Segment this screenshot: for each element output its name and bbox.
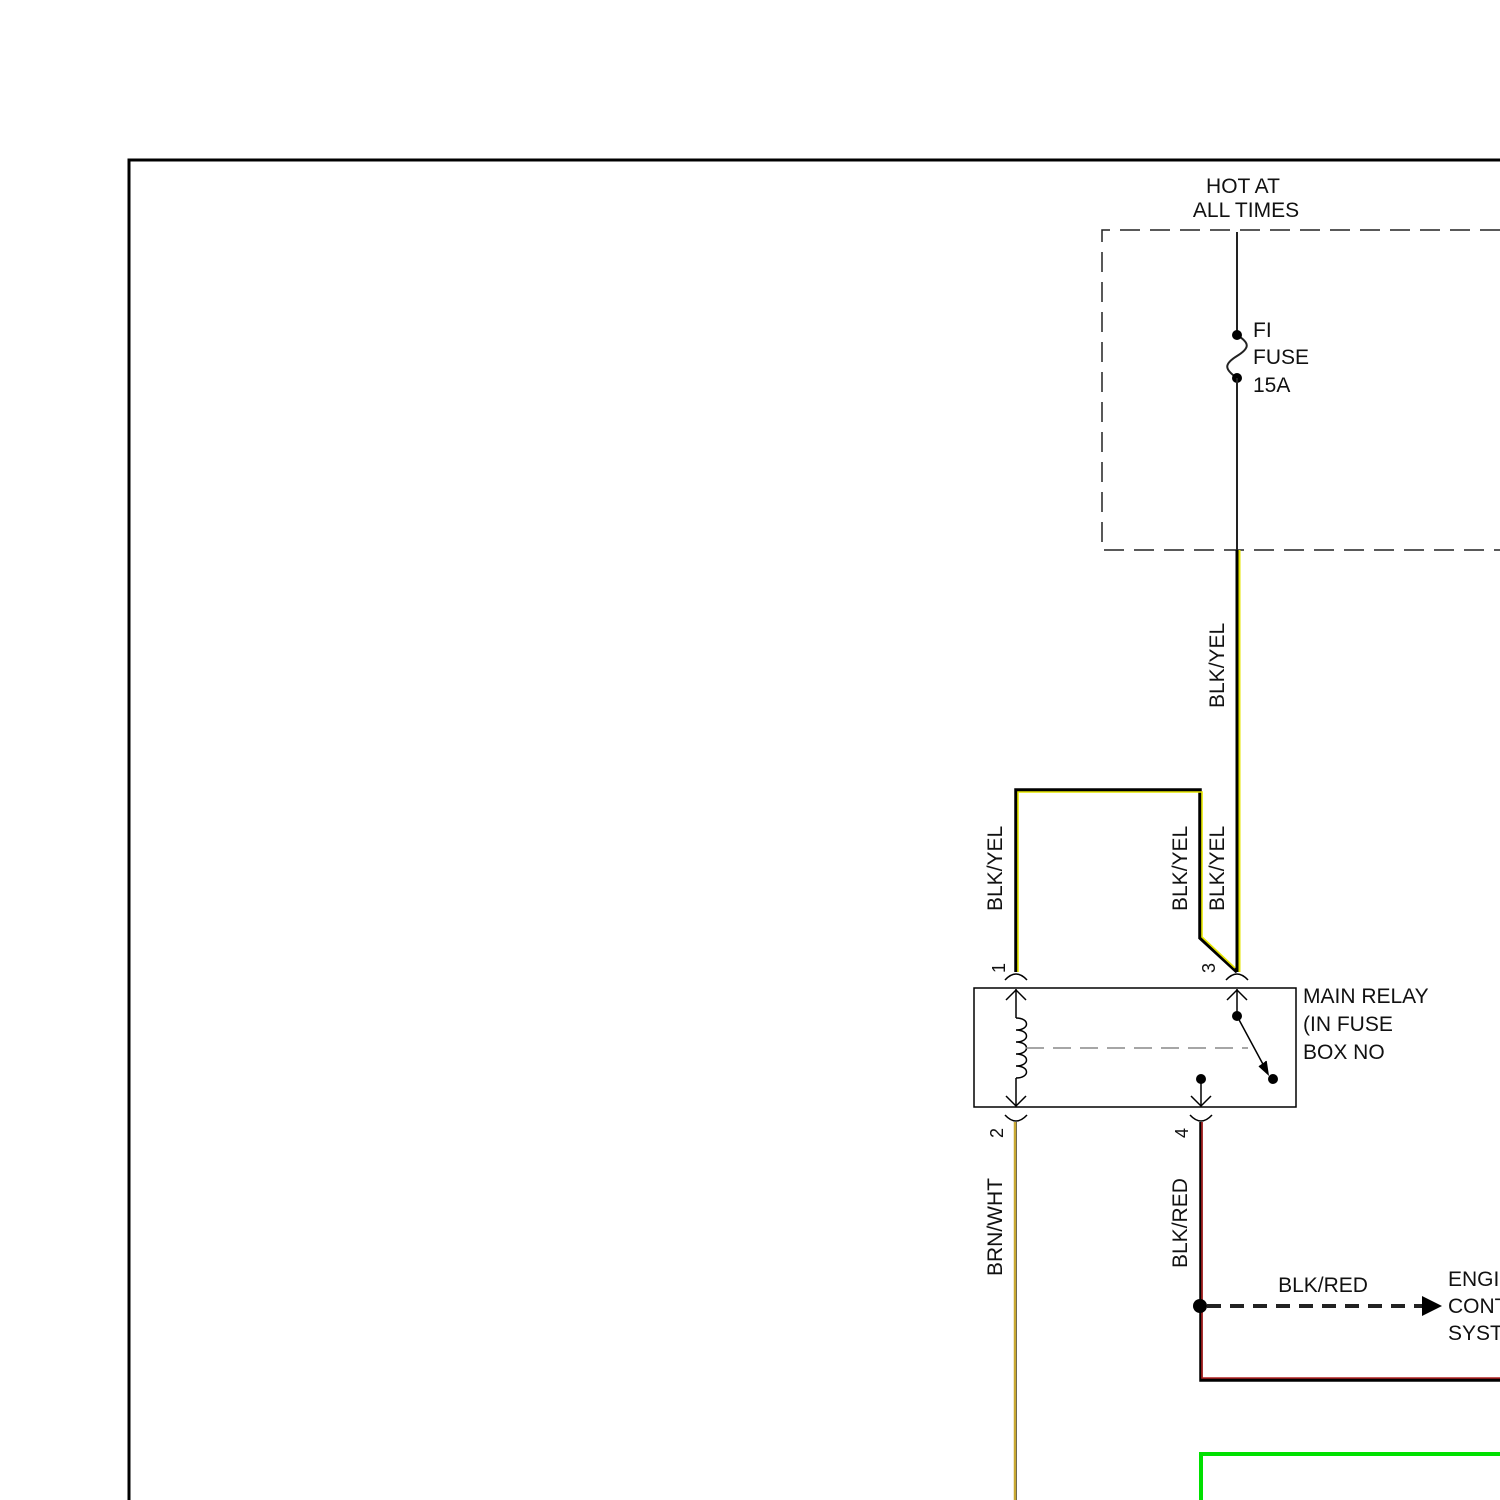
connector-pin2-bottom	[1004, 1114, 1028, 1122]
connector-pin4-bottom	[1189, 1114, 1213, 1122]
fuse-symbol	[1226, 334, 1248, 379]
destination-label-line2: CONT	[1448, 1295, 1500, 1318]
relay-pin2-number: 2	[987, 1128, 1007, 1138]
relay-label-line1: MAIN RELAY	[1303, 985, 1429, 1008]
connector-pin1-top	[1004, 973, 1028, 981]
fuse-box-outline	[1101, 229, 1500, 551]
relay-pin4-number: 4	[1172, 1128, 1192, 1138]
fuse-label-line1: FI	[1253, 319, 1272, 342]
splice-point	[1193, 1299, 1207, 1313]
fuse-terminal-top	[1232, 330, 1242, 340]
pin3-wire-label-b: BLK/YEL	[1206, 826, 1229, 911]
pin1-wire-label: BLK/YEL	[984, 826, 1007, 911]
destination-label-line1: ENGI	[1448, 1268, 1499, 1291]
relay-pin3-number: 3	[1199, 963, 1219, 973]
relay-label-line3: BOX NO	[1303, 1041, 1385, 1064]
power-label-line2: ALL TIMES	[1193, 199, 1299, 222]
pin2-wire-label: BRN/WHT	[984, 1178, 1007, 1276]
destination-label-line3: SYST	[1448, 1322, 1500, 1345]
wire-blk-yel-feed	[1235, 550, 1241, 972]
wire-blk-yel-loop	[1014, 788, 1239, 974]
relay-switch-pivot	[1232, 1011, 1242, 1021]
branch-arrow-icon	[1422, 1296, 1442, 1316]
fuse-label-line2: FUSE	[1253, 346, 1309, 369]
pin4-wire-label: BLK/RED	[1169, 1178, 1192, 1268]
fuse-label-line3: 15A	[1253, 374, 1290, 397]
feed-wire-label: BLK/YEL	[1206, 623, 1229, 708]
relay-label-line2: (IN FUSE	[1303, 1013, 1393, 1036]
relay-pin1-number: 1	[989, 963, 1009, 973]
pin3-wire-label-a: BLK/YEL	[1169, 826, 1192, 911]
relay-switch-contact-no	[1268, 1074, 1278, 1084]
branch-wire-label: BLK/RED	[1278, 1274, 1368, 1297]
connector-pin3-top	[1225, 973, 1249, 981]
relay-switch-contact-out	[1196, 1074, 1206, 1084]
power-label-line1: HOT AT	[1206, 175, 1280, 198]
wire-green	[1199, 1452, 1500, 1500]
wiring-diagram: HOT AT ALL TIMES FI FUSE 15A BLK/YEL BLK…	[127, 158, 1500, 1500]
wire-brn-wht	[1013, 1122, 1017, 1500]
